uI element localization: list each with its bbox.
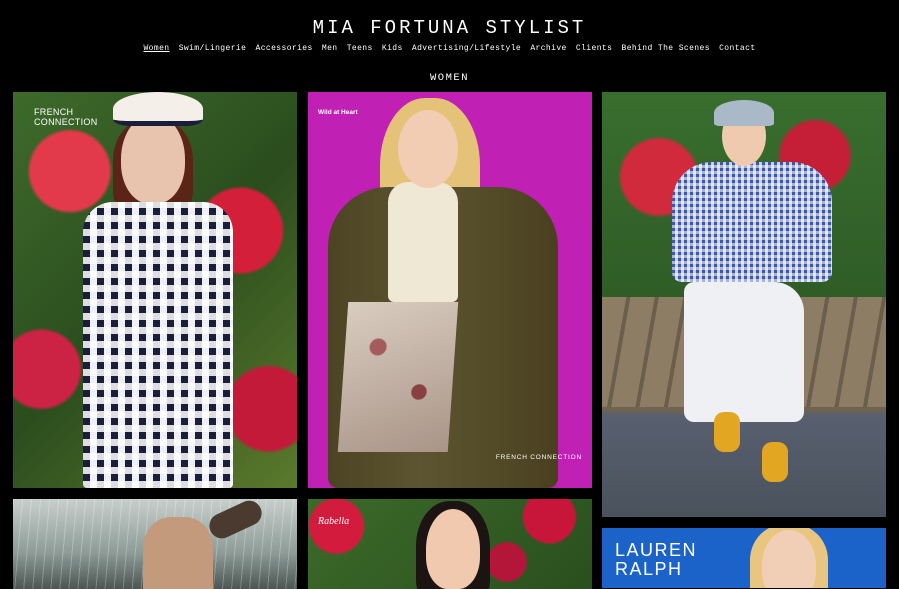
photo-gingham-coat xyxy=(83,202,233,488)
nav-swim-lingerie[interactable]: Swim/Lingerie xyxy=(179,44,247,53)
site-title[interactable]: MIA FORTUNA STYLIST xyxy=(0,17,899,39)
photo-overlay-brand: FRENCH CONNECTION xyxy=(34,107,98,127)
site-header: MIA FORTUNA STYLIST Women Swim/Lingerie … xyxy=(0,0,899,92)
nav-women[interactable]: Women xyxy=(143,44,169,53)
nav-advertising-lifestyle[interactable]: Advertising/Lifestyle xyxy=(412,44,521,53)
photo-model-face xyxy=(426,509,480,589)
gallery-tile-gingham-blouse[interactable] xyxy=(602,92,886,517)
photo-overlay-brand: Rabella xyxy=(318,516,350,527)
nav-archive[interactable]: Archive xyxy=(530,44,566,53)
brand-line-1: LAUREN xyxy=(615,540,698,560)
photo-head-scarf xyxy=(714,100,774,126)
nav-contact[interactable]: Contact xyxy=(719,44,755,53)
nav-accessories[interactable]: Accessories xyxy=(256,44,313,53)
photo-model-hat xyxy=(113,92,203,126)
section-title: WOMEN xyxy=(429,72,469,84)
gallery-tile-lauren-ralph[interactable]: LAUREN RALPH xyxy=(602,528,886,588)
brand-line-1: FRENCH xyxy=(34,107,74,117)
brand-line-2: RALPH xyxy=(615,559,683,579)
photo-gingham-blouse xyxy=(672,162,832,282)
nav-kids[interactable]: Kids xyxy=(382,44,403,53)
gallery-tile-rabella[interactable]: Rabella xyxy=(308,499,592,589)
photo-overlay-brand: LAUREN RALPH xyxy=(615,541,697,579)
photo-lace-sleeve xyxy=(205,499,266,543)
photo-model-face xyxy=(398,110,458,188)
gallery-tile-french-connection-gingham[interactable]: FRENCH CONNECTION xyxy=(13,92,297,488)
photo-model-face xyxy=(121,114,185,204)
photo-yellow-sandal xyxy=(762,442,788,482)
photo-model xyxy=(143,517,213,589)
gallery-tile-rain[interactable] xyxy=(13,499,297,589)
photo-yellow-sandal xyxy=(714,412,740,452)
nav-clients[interactable]: Clients xyxy=(576,44,612,53)
nav-teens[interactable]: Teens xyxy=(347,44,373,53)
photo-overlay-brand: FRENCH CONNECTION xyxy=(495,454,582,461)
gallery-tile-wild-at-heart[interactable]: Wild at Heart FRENCH CONNECTION xyxy=(308,92,592,488)
photo-turtleneck xyxy=(388,182,458,302)
photo-overlay-tagline: Wild at Heart xyxy=(318,109,358,116)
nav-men[interactable]: Men xyxy=(322,44,338,53)
main-nav: Women Swim/Lingerie Accessories Men Teen… xyxy=(0,44,899,53)
nav-behind-the-scenes[interactable]: Behind The Scenes xyxy=(622,44,710,53)
photo-white-jeans xyxy=(684,282,804,422)
photo-snakeskin-skirt xyxy=(337,302,459,452)
brand-line-2: CONNECTION xyxy=(34,117,98,127)
